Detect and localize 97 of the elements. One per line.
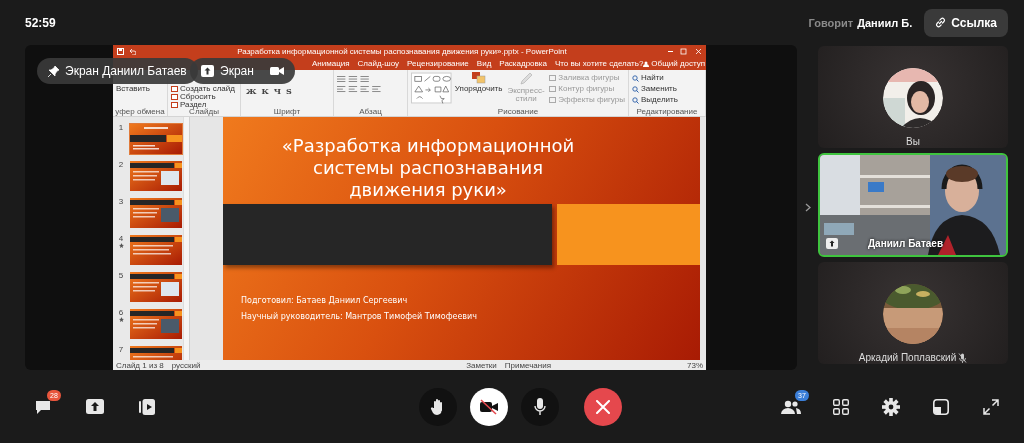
slide-text: Подготовил: Батаев Даниил Сергеевич bbox=[241, 295, 409, 307]
slide-number: 7 bbox=[118, 345, 124, 354]
format-button[interactable]: Ч bbox=[271, 87, 284, 96]
group-label: Слайды bbox=[189, 108, 220, 116]
speaker-name: Даниил Б. bbox=[857, 16, 913, 29]
grid-icon bbox=[833, 398, 849, 415]
ribbon-button[interactable]: Выделить bbox=[632, 96, 678, 104]
raise-hand-button[interactable] bbox=[419, 387, 457, 426]
ribbon-button[interactable]: Сбросить bbox=[171, 93, 235, 101]
call-timer: 52:59 bbox=[25, 15, 56, 30]
group-label: Редактирование bbox=[635, 108, 699, 116]
window-title: Разработка информационной системы распознавания движения руки».pptx - PowerPoint bbox=[236, 46, 568, 56]
person-icon bbox=[643, 60, 650, 67]
people-icon bbox=[781, 399, 801, 414]
slide-number: 2 bbox=[118, 160, 124, 169]
language-label: русский bbox=[171, 360, 201, 370]
microphone-button[interactable] bbox=[521, 387, 559, 426]
group-label: Абзац bbox=[358, 108, 383, 116]
slide-counter: Слайд 1 из 8 bbox=[116, 360, 164, 370]
paste-button[interactable]: Вставить bbox=[116, 85, 150, 93]
format-button[interactable]: S bbox=[284, 87, 294, 96]
camera-button[interactable] bbox=[470, 387, 508, 426]
format-button[interactable]: Ж bbox=[244, 87, 259, 96]
grid-button[interactable] bbox=[831, 396, 851, 417]
settings-button[interactable] bbox=[881, 396, 901, 417]
slide-title: «Разработка информационной bbox=[281, 135, 575, 157]
close-icon bbox=[596, 399, 610, 414]
format-button[interactable]: К bbox=[259, 87, 271, 96]
slide-thumbnail[interactable] bbox=[129, 197, 183, 229]
edit-icon bbox=[632, 74, 639, 82]
microphone-icon bbox=[534, 397, 546, 416]
ribbon-button[interactable]: Раздел bbox=[171, 101, 235, 109]
ribbon-tab[interactable]: Слайд-шоу bbox=[353, 57, 404, 70]
participant-name: Вы bbox=[906, 136, 920, 147]
slide-thumbnail[interactable] bbox=[129, 234, 183, 266]
slide-text: Научный руководитель: Мантров Тимофей Тимофеевич bbox=[241, 311, 478, 323]
comments-button[interactable]: Примечания bbox=[504, 360, 551, 370]
undo-icon bbox=[128, 47, 136, 55]
expand-icon bbox=[983, 398, 999, 415]
arrange-button[interactable]: Упорядочить bbox=[454, 72, 503, 93]
group-label: Рисование bbox=[496, 108, 540, 116]
share-screen-icon bbox=[86, 399, 104, 414]
ribbon-button[interactable]: Заменить bbox=[632, 85, 678, 93]
window-controls-icon bbox=[668, 47, 702, 55]
edit-icon bbox=[632, 96, 639, 104]
scrollbar[interactable] bbox=[183, 117, 189, 360]
screen-pill[interactable]: Экран bbox=[190, 58, 295, 84]
ribbon-tab[interactable]: Анимация bbox=[308, 57, 354, 70]
camera-icon bbox=[269, 66, 284, 76]
ribbon-button[interactable]: Найти bbox=[632, 74, 678, 82]
star-icon bbox=[118, 317, 124, 322]
settings-icon bbox=[882, 397, 900, 416]
speaker-label: Говорит bbox=[808, 16, 854, 29]
chevron-right-icon bbox=[804, 203, 811, 212]
ribbon-tab[interactable]: Рецензирование bbox=[403, 57, 473, 70]
media-button[interactable] bbox=[137, 396, 157, 417]
chat-icon bbox=[34, 398, 52, 415]
slide-title: системы распознавания bbox=[313, 157, 543, 179]
link-icon bbox=[935, 17, 947, 28]
group-label: уфер обмена bbox=[114, 108, 166, 116]
arrange-icon bbox=[471, 72, 486, 84]
link-button[interactable]: Ссылка bbox=[924, 8, 1008, 37]
layout-button[interactable] bbox=[931, 396, 951, 417]
share-button[interactable]: Общий доступ bbox=[643, 59, 706, 68]
share-screen-icon bbox=[826, 238, 838, 249]
camera-off-icon bbox=[479, 398, 499, 415]
ribbon-button[interactable]: Создать слайд bbox=[171, 85, 235, 93]
slide-thumbnail[interactable] bbox=[129, 123, 183, 155]
edit-icon bbox=[632, 85, 639, 93]
notes-button[interactable]: Заметки bbox=[466, 360, 497, 370]
play-icon bbox=[139, 398, 155, 415]
pin-icon bbox=[48, 65, 59, 77]
participant-tile[interactable]: Аркадий Поплавский bbox=[818, 262, 1008, 364]
share-screen-button[interactable] bbox=[85, 396, 105, 417]
star-icon bbox=[118, 243, 124, 248]
fullscreen-button[interactable] bbox=[981, 396, 1001, 417]
slide-thumbnail[interactable] bbox=[129, 308, 183, 340]
share-screen-icon bbox=[201, 65, 214, 77]
slide-title: движения руки» bbox=[349, 179, 507, 201]
slide-thumbnail[interactable] bbox=[129, 271, 183, 303]
layout-icon bbox=[933, 398, 949, 415]
save-icon bbox=[117, 47, 124, 55]
slide-number: 4 bbox=[118, 234, 124, 243]
slide-number: 5 bbox=[118, 271, 124, 280]
slide-number: 6 bbox=[118, 308, 124, 317]
group-label: Шрифт bbox=[272, 108, 302, 116]
slide-thumbnail[interactable] bbox=[129, 160, 183, 192]
ribbon-tab[interactable]: Раскадровка bbox=[495, 57, 551, 70]
participant-tile[interactable]: Вы bbox=[818, 46, 1008, 148]
tell-me-field[interactable]: Что вы хотите сделать? bbox=[554, 59, 644, 68]
slide-number: 3 bbox=[118, 197, 124, 206]
mic-off-icon bbox=[958, 352, 968, 363]
end-call-button[interactable] bbox=[584, 387, 622, 426]
zoom-level: 73% bbox=[687, 360, 703, 370]
ribbon-tab[interactable]: Вид bbox=[472, 57, 496, 70]
participant-name: Аркадий Поплавский bbox=[858, 352, 957, 363]
slide-number: 1 bbox=[118, 123, 124, 132]
